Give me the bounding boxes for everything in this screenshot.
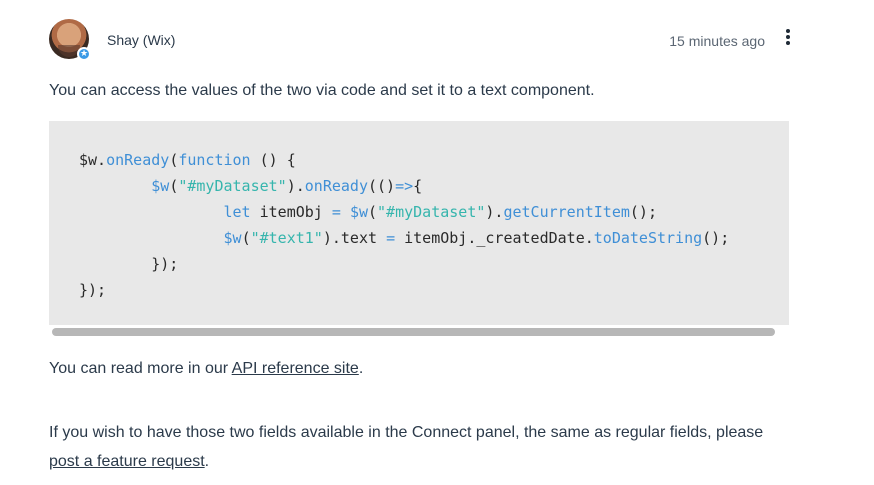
text: . <box>204 453 210 470</box>
code-line: $w("#myDataset").onReady(()=>{ <box>151 177 423 195</box>
code-scrollbar[interactable] <box>49 325 789 339</box>
scrollbar-thumb[interactable] <box>52 328 775 336</box>
paragraph-access-values: You can access the values of the two via… <box>49 82 595 99</box>
star-icon: ★ <box>77 47 91 61</box>
code-line: }); <box>79 281 107 299</box>
code-line: $w.onReady(function () { <box>79 151 296 169</box>
post-header: ★ Shay (Wix) 15 minutes ago <box>49 19 793 61</box>
post-timestamp: 15 minutes ago <box>669 33 765 49</box>
code-line: }); <box>79 255 179 273</box>
paragraph-api-reference: You can read more in our API reference s… <box>49 360 363 378</box>
code-line: let itemObj = $w("#myDataset").getCurren… <box>223 203 658 221</box>
text: . <box>358 360 364 377</box>
more-vertical-icon[interactable] <box>784 29 792 49</box>
api-reference-link[interactable]: API reference site <box>232 360 359 377</box>
text: If you wish to have those two fields ava… <box>49 424 764 441</box>
code-content: $w.onReady(function () { $w("#myDataset"… <box>49 121 789 303</box>
author-name[interactable]: Shay (Wix) <box>107 32 175 48</box>
code-block: $w.onReady(function () { $w("#myDataset"… <box>49 121 789 339</box>
code-line: $w("#text1").text = itemObj._createdDate… <box>223 229 730 247</box>
avatar[interactable]: ★ <box>49 19 91 61</box>
text: You can read more in our <box>49 360 232 377</box>
paragraph-feature-request: If you wish to have those two fields ava… <box>49 418 794 476</box>
feature-request-link[interactable]: post a feature request <box>49 453 205 470</box>
